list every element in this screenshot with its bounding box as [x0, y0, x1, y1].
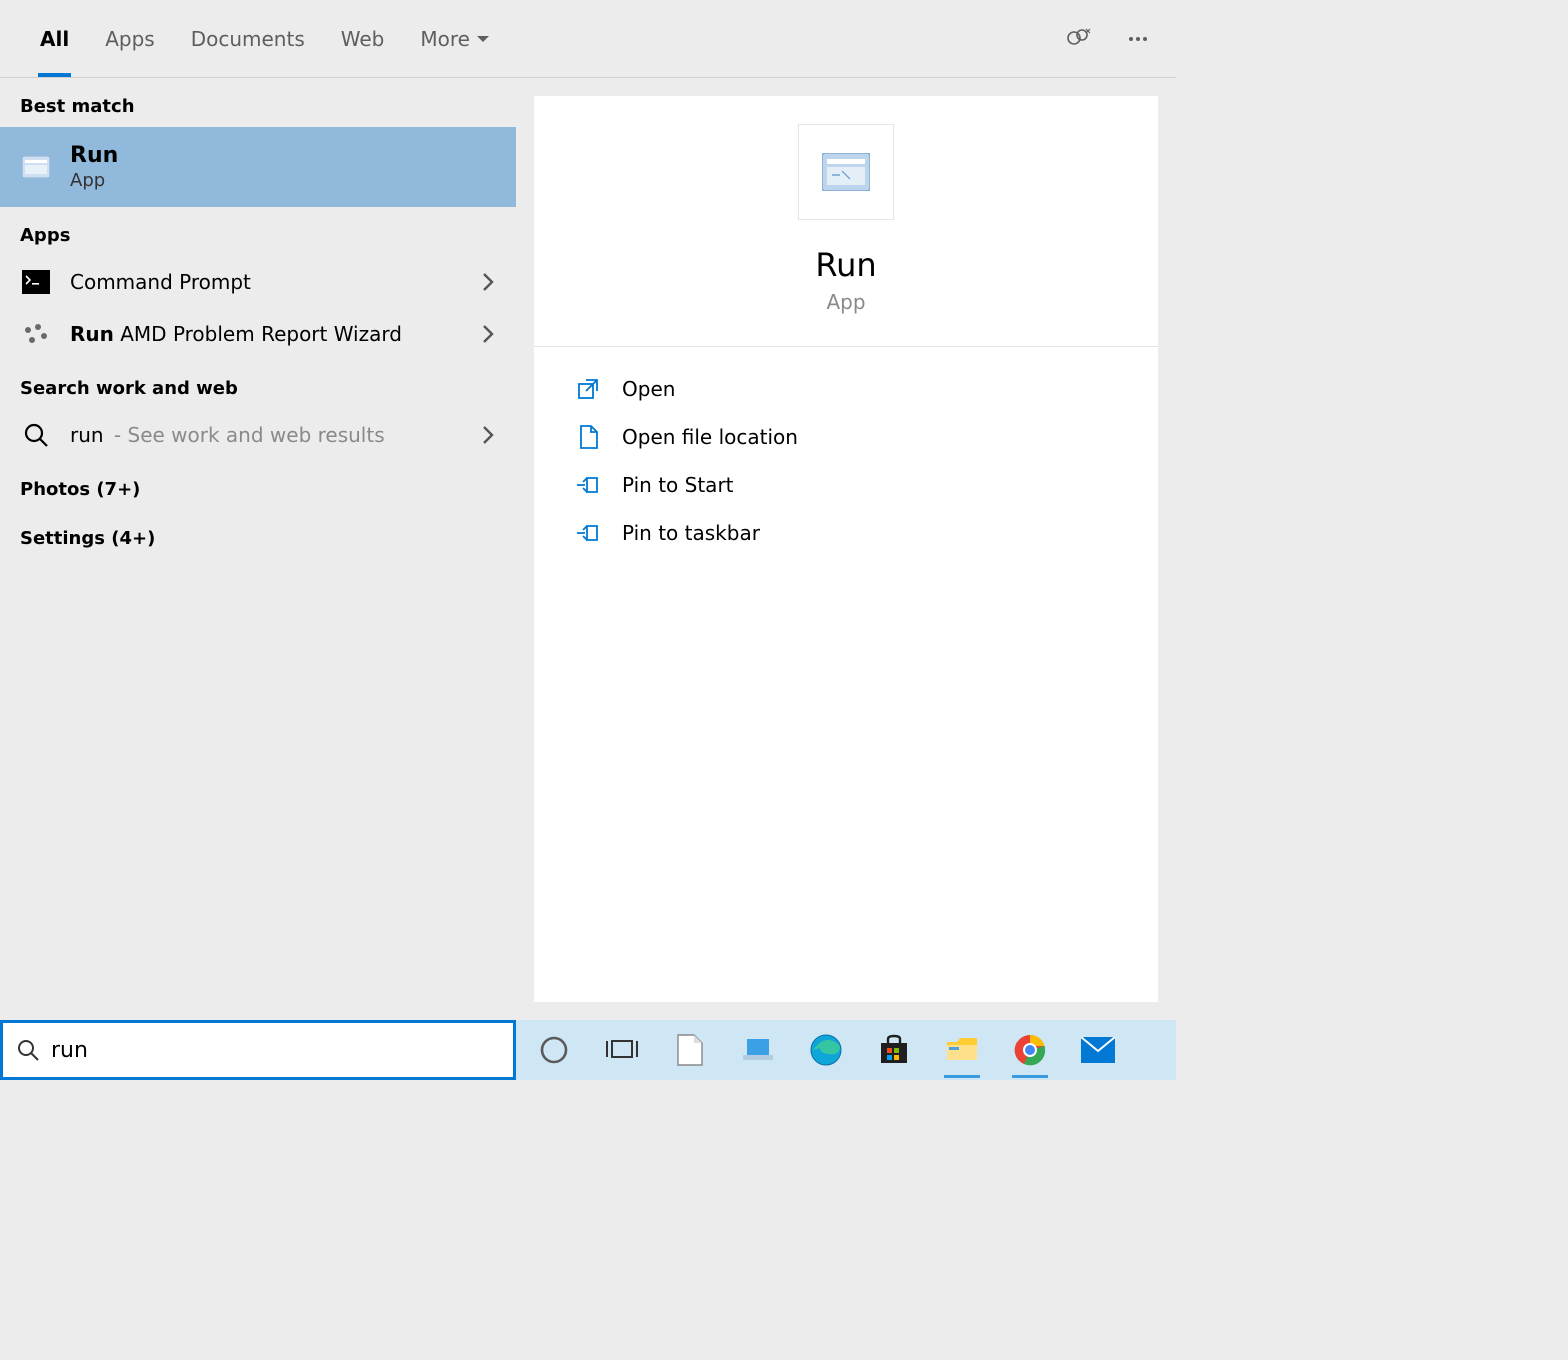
- result-web-run-title: run - See work and web results: [70, 423, 385, 447]
- file-location-icon: [574, 423, 602, 451]
- details-subtitle: App: [826, 290, 865, 314]
- result-command-prompt[interactable]: Command Prompt: [0, 256, 516, 308]
- more-options-icon[interactable]: [1120, 21, 1156, 57]
- laptop-settings-icon[interactable]: [736, 1028, 780, 1072]
- windows-search-panel: All Apps Documents Web More Best match: [0, 0, 1176, 1020]
- section-apps: Apps: [0, 207, 516, 256]
- open-icon: [574, 375, 602, 403]
- task-view-icon[interactable]: [600, 1028, 644, 1072]
- amd-wizard-icon: [20, 318, 52, 350]
- tab-apps[interactable]: Apps: [87, 0, 173, 77]
- action-pin-to-start[interactable]: Pin to Start: [534, 461, 1158, 509]
- details-actions: Open Open file location Pin to Start: [534, 347, 1158, 575]
- libreoffice-icon[interactable]: [668, 1028, 712, 1072]
- result-command-prompt-title: Command Prompt: [70, 270, 251, 294]
- action-open-file-location[interactable]: Open file location: [534, 413, 1158, 461]
- command-prompt-icon: [20, 266, 52, 298]
- search-filter-tabs: All Apps Documents Web More: [0, 0, 1176, 78]
- search-results-list: Best match Run App Apps Command Prompt: [0, 78, 516, 1020]
- mail-icon[interactable]: [1076, 1028, 1120, 1072]
- search-header-icons: [1060, 0, 1156, 77]
- action-pin-taskbar-label: Pin to taskbar: [622, 521, 760, 545]
- tab-more-label: More: [420, 27, 470, 51]
- chevron-right-icon[interactable]: [482, 272, 494, 292]
- tab-all[interactable]: All: [22, 0, 87, 77]
- chevron-right-icon[interactable]: [482, 324, 494, 344]
- details-card: Run App Open Open file location: [534, 96, 1158, 1002]
- action-open[interactable]: Open: [534, 365, 1158, 413]
- chevron-down-icon: [476, 32, 490, 46]
- search-input-box[interactable]: [0, 1020, 516, 1080]
- tab-more[interactable]: More: [402, 0, 508, 77]
- tab-documents[interactable]: Documents: [173, 0, 323, 77]
- details-title: Run: [815, 246, 876, 284]
- search-details-pane: Run App Open Open file location: [516, 78, 1176, 1020]
- search-icon: [20, 419, 52, 451]
- result-run-app[interactable]: Run App: [0, 127, 516, 207]
- search-body: Best match Run App Apps Command Prompt: [0, 78, 1176, 1020]
- action-open-loc-label: Open file location: [622, 425, 798, 449]
- result-web-run[interactable]: run - See work and web results: [0, 409, 516, 461]
- feedback-icon[interactable]: [1060, 21, 1096, 57]
- action-pin-start-label: Pin to Start: [622, 473, 734, 497]
- result-amd-wizard-title: Run AMD Problem Report Wizard: [70, 322, 402, 346]
- edge-browser-icon[interactable]: [804, 1028, 848, 1072]
- pin-taskbar-icon: [574, 519, 602, 547]
- result-run-subtitle: App: [70, 170, 118, 191]
- tab-web[interactable]: Web: [323, 0, 403, 77]
- section-photos[interactable]: Photos (7+): [0, 461, 516, 510]
- details-preview: Run App: [534, 96, 1158, 347]
- microsoft-store-icon[interactable]: [872, 1028, 916, 1072]
- taskbar: [516, 1020, 1176, 1080]
- run-dialog-large-icon: [798, 124, 894, 220]
- section-settings[interactable]: Settings (4+): [0, 510, 516, 559]
- cortana-icon[interactable]: [532, 1028, 576, 1072]
- search-icon: [17, 1039, 39, 1061]
- section-search-web: Search work and web: [0, 360, 516, 409]
- result-amd-wizard[interactable]: Run AMD Problem Report Wizard: [0, 308, 516, 360]
- pin-start-icon: [574, 471, 602, 499]
- run-dialog-icon: [20, 151, 52, 183]
- section-best-match: Best match: [0, 78, 516, 127]
- chrome-browser-icon[interactable]: [1008, 1028, 1052, 1072]
- chevron-right-icon[interactable]: [482, 425, 494, 445]
- action-pin-to-taskbar[interactable]: Pin to taskbar: [534, 509, 1158, 557]
- result-run-title: Run: [70, 143, 118, 168]
- result-run-texts: Run App: [70, 143, 118, 191]
- file-explorer-icon[interactable]: [940, 1028, 984, 1072]
- action-open-label: Open: [622, 377, 675, 401]
- search-input[interactable]: [51, 1038, 499, 1063]
